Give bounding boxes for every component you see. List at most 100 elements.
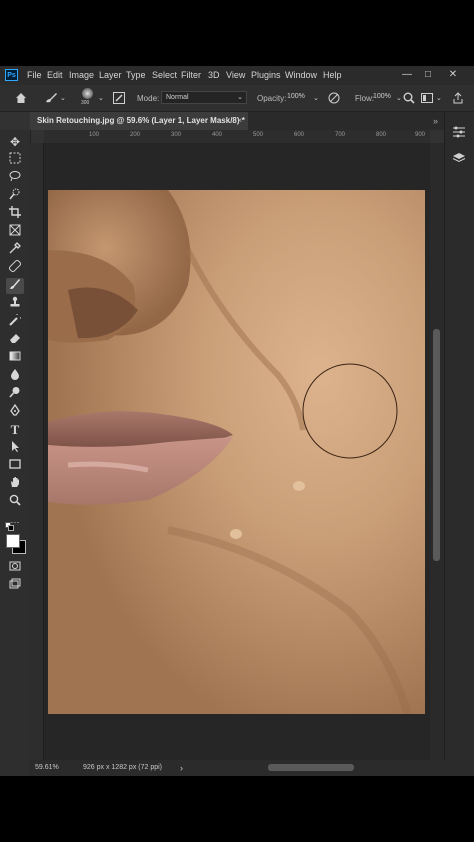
opacity-input[interactable]: 100% [287,91,313,104]
move-tool-icon[interactable]: ✥ [6,134,24,150]
ruler-tick: 500 [253,132,264,138]
share-icon[interactable] [452,92,464,107]
workspace-icon[interactable] [421,92,433,107]
menu-filter[interactable]: Filter [181,70,201,80]
home-icon[interactable] [15,92,27,107]
menu-select[interactable]: Select [152,70,177,80]
restore-button[interactable]: □ [421,68,435,82]
brush-preview [82,88,93,99]
brush-icon[interactable] [44,92,58,107]
minimize-button[interactable]: — [400,68,414,82]
horizontal-scroll-thumb[interactable] [268,764,354,771]
layers-icon[interactable] [452,152,466,167]
close-tab-button[interactable]: × [237,112,242,130]
ruler-tick: 800 [376,132,387,138]
ruler-tick: 400 [212,132,223,138]
ruler-tick: 200 [130,132,141,138]
vertical-ruler [30,143,44,760]
opacity-value: 100% [287,93,305,100]
document-info: 926 px x 1282 px (72 ppi) [83,764,162,771]
document-title: Skin Retouching.jpg @ 59.6% (Layer 1, La… [37,116,245,125]
screen-mode-icon[interactable] [6,578,24,594]
blend-mode-value: Normal [166,94,189,101]
photoshop-window: Ps File Edit Image Layer Type Select Fil… [0,66,474,776]
gradient-tool-icon[interactable] [6,350,24,366]
menu-window[interactable]: Window [285,70,317,80]
brush-preset-dropdown-icon[interactable]: ⌄ [98,93,104,105]
ruler-tick: 700 [335,132,346,138]
blend-mode-select[interactable]: Normal ⌄ [161,91,247,104]
document-tab-bar: Skin Retouching.jpg @ 59.6% (Layer 1, La… [30,112,444,130]
eyedropper-tool-icon[interactable] [6,242,24,258]
lasso-tool-icon[interactable] [6,170,24,186]
dodge-tool-icon[interactable] [6,386,24,402]
zoom-tool-icon[interactable] [6,494,24,510]
menu-bar: Ps File Edit Image Layer Type Select Fil… [0,66,474,85]
brush-size-value: 300 [81,100,90,106]
hand-tool-icon[interactable] [6,476,24,492]
menu-file[interactable]: File [27,70,42,80]
type-tool-icon[interactable]: T [6,422,24,438]
default-colors-icon[interactable] [5,522,14,531]
path-selection-tool-icon[interactable] [6,440,24,456]
pressure-opacity-icon[interactable] [328,92,341,107]
flow-value: 100% [373,93,391,100]
properties-icon[interactable] [452,126,466,141]
default-bg-swatch [8,525,14,531]
healing-brush-tool-icon[interactable] [6,259,24,276]
more-tabs-icon[interactable]: » [433,112,438,130]
flow-label: Flow: [355,94,375,103]
eraser-tool-icon[interactable] [6,332,24,348]
flow-dropdown-icon[interactable]: ⌄ [396,93,402,105]
vertical-scrollbar[interactable] [430,143,444,760]
screen: { "app": { "logo": "Ps", "menu": ["File"… [0,0,474,842]
menu-view[interactable]: View [226,70,245,80]
blur-tool-icon[interactable] [6,368,24,384]
ruler-tick: 100 [89,132,100,138]
search-icon[interactable] [403,92,415,107]
mode-label: Mode: [137,94,160,103]
menu-help[interactable]: Help [323,70,342,80]
menu-type[interactable]: Type [126,70,146,80]
vertical-scroll-thumb[interactable] [433,329,440,561]
ruler-tick: 300 [171,132,182,138]
face-closeup-illustration [48,190,425,714]
photoshop-logo: Ps [5,69,18,81]
status-menu-arrow[interactable]: › [180,760,183,776]
menu-layer[interactable]: Layer [99,70,122,80]
rectangle-tool-icon[interactable] [6,458,24,474]
marquee-tool-icon[interactable] [6,152,24,168]
chevron-down-icon: ⌄ [237,94,243,101]
brush-tool-dropdown-icon[interactable]: ⌄ [60,93,66,105]
history-brush-tool-icon[interactable] [6,311,24,330]
ruler-tick: 900 [415,132,426,138]
workspace-dropdown-icon[interactable]: ⌄ [436,93,442,105]
foreground-color-swatch[interactable] [6,534,20,548]
opacity-dropdown-icon[interactable]: ⌄ [313,93,319,105]
pen-tool-icon[interactable] [6,403,24,420]
quick-selection-tool-icon[interactable] [6,188,24,204]
clone-stamp-tool-icon[interactable] [6,296,24,312]
opacity-label: Opacity: [257,94,287,103]
brush-preset-picker[interactable]: 300 [80,87,96,109]
frame-tool-icon[interactable] [6,224,24,240]
options-bar: ⌄ 300 ⌄ Mode: Normal ⌄ Opacity: 100% ⌄ F… [0,85,474,112]
brush-settings-icon[interactable] [113,92,125,107]
close-window-button[interactable]: ✕ [446,68,460,82]
ruler-tick: 600 [294,132,305,138]
portrait-photo[interactable] [48,190,425,714]
menu-image[interactable]: Image [69,70,94,80]
crop-tool-icon[interactable] [6,206,24,222]
zoom-level[interactable]: 59.61% [35,760,59,776]
flow-input[interactable]: 100% [373,91,397,104]
document-canvas[interactable] [44,143,430,760]
quick-mask-icon[interactable] [6,560,24,576]
menu-3d[interactable]: 3D [208,70,220,80]
document-tab[interactable]: Skin Retouching.jpg @ 59.6% (Layer 1, La… [30,112,248,130]
brush-tool-icon[interactable] [6,278,24,294]
horizontal-ruler: 100 200 300 400 500 600 700 800 900 [44,130,430,144]
tools-panel: ✥ T ··· [0,130,31,776]
menu-edit[interactable]: Edit [47,70,63,80]
right-panel-dock [444,112,474,776]
menu-plugins[interactable]: Plugins [251,70,281,80]
